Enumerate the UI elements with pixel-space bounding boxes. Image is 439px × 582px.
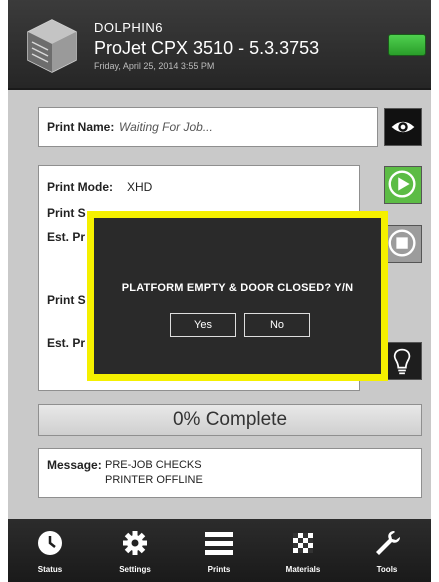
progress-text: 0% Complete [172, 409, 288, 430]
est-print-label-2: Est. Pr [47, 336, 86, 350]
nav-tools[interactable]: Tools [345, 519, 429, 582]
stop-print-button[interactable] [384, 225, 422, 263]
light-button[interactable] [384, 342, 422, 380]
print-name-label: Print Name: [47, 120, 115, 134]
nav-materials[interactable]: Materials [261, 519, 345, 582]
stop-icon [388, 229, 416, 257]
eye-icon [391, 121, 415, 133]
printer-screen: DOLPHIN6 ProJet CPX 3510 - 5.3.3753 Frid… [8, 0, 431, 582]
message-panel: Message: PRE-JOB CHECKS PRINTER OFFLINE [38, 448, 422, 498]
dialog-message: PLATFORM EMPTY & DOOR CLOSED? Y/N [121, 282, 354, 294]
printer-logo-icon [27, 19, 77, 73]
gear-icon [123, 531, 147, 555]
clock-icon [38, 531, 62, 555]
view-button[interactable] [384, 108, 422, 146]
no-button[interactable]: No [244, 313, 310, 337]
nav-label: Settings [119, 565, 151, 574]
confirm-dialog: PLATFORM EMPTY & DOOR CLOSED? Y/N Yes No [94, 218, 381, 374]
date-time: Friday, April 25, 2014 3:55 PM [94, 61, 215, 71]
start-print-button[interactable] [384, 166, 422, 204]
bottom-nav: Status Settings Prints Materials Tools [8, 519, 431, 582]
wrench-icon [376, 531, 400, 555]
est-print-label: Est. Pr [47, 230, 86, 244]
print-name-value: Waiting For Job... [119, 120, 213, 134]
list-icon [205, 532, 233, 555]
nav-label: Materials [285, 565, 321, 574]
nav-settings[interactable]: Settings [93, 519, 177, 582]
yes-button[interactable]: Yes [170, 313, 236, 337]
print-status-label-2: Print S [47, 293, 86, 307]
nav-label: Tools [376, 565, 398, 574]
message-label: Message: [47, 458, 102, 472]
status-light-indicator [388, 34, 426, 56]
printer-host-name: DOLPHIN6 [94, 20, 164, 35]
progress-bar: 0% Complete [38, 404, 422, 436]
nav-label: Status [37, 565, 63, 574]
message-line: PRINTER OFFLINE [105, 474, 203, 486]
print-status-label: Print S [47, 206, 86, 220]
print-name-panel: Print Name: Waiting For Job... [38, 107, 378, 147]
nav-label: Prints [207, 565, 231, 574]
checker-icon [293, 533, 313, 553]
message-line: PRE-JOB CHECKS [105, 459, 202, 471]
nav-status[interactable]: Status [8, 519, 92, 582]
printer-model: ProJet CPX 3510 - 5.3.3753 [94, 38, 320, 58]
header: DOLPHIN6 ProJet CPX 3510 - 5.3.3753 Frid… [8, 0, 431, 90]
nav-prints[interactable]: Prints [177, 519, 261, 582]
play-icon [388, 170, 416, 198]
print-mode-label: Print Mode: [47, 180, 113, 194]
print-mode-value: XHD [127, 180, 153, 194]
lightbulb-icon [393, 348, 411, 375]
